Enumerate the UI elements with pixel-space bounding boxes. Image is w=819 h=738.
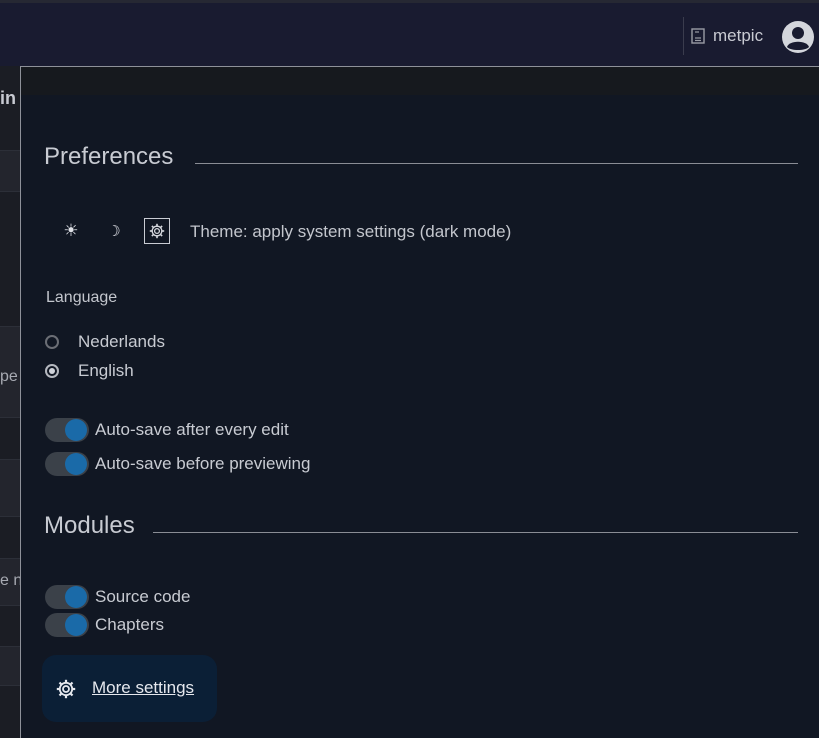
background-row [0,150,20,192]
background-page: in pe e n [0,66,20,738]
autosave-preview-toggle[interactable] [45,452,89,476]
background-row [0,459,20,517]
username[interactable]: metpic [713,26,763,46]
theme-light-button[interactable]: ☀ [58,218,84,244]
modules-title: Modules [44,512,135,539]
more-settings-button[interactable]: More settings [42,655,217,722]
panel-header-strip [21,67,819,95]
background-text-fragment: e n [0,572,20,589]
toggle-knob [65,453,87,475]
toggle-label: Source code [95,587,191,606]
system-gear-icon [149,223,165,239]
radio-button[interactable] [45,335,59,349]
gear-icon [56,679,76,699]
user-avatar-icon[interactable] [781,20,815,54]
theme-dark-button[interactable]: ☽ [101,218,127,244]
toggle-knob [65,419,87,441]
toggle-label: Chapters [95,615,164,634]
radio-button[interactable] [45,364,59,378]
background-text-fragment: pe [0,368,18,385]
toggle-knob [65,614,87,636]
background-row [0,646,20,686]
autosave-edit-toggle[interactable] [45,418,89,442]
language-label: Language [46,289,118,306]
preferences-title: Preferences [44,143,174,170]
toggle-knob [65,586,87,608]
top-bar: metpic [0,0,819,66]
theme-label: Theme: apply system settings (dark mode) [190,222,512,241]
preferences-panel: Preferences ☀ ☽ Theme: apply system sett… [20,66,819,738]
radio-label: English [78,361,134,380]
theme-system-button[interactable] [144,218,170,244]
chapters-toggle[interactable] [45,613,89,637]
moon-icon: ☽ [107,223,121,240]
section-divider [153,532,798,533]
topbar-divider [683,17,684,55]
toggle-label: Auto-save after every edit [95,420,289,439]
document-icon [691,28,705,44]
source-code-toggle[interactable] [45,585,89,609]
sun-icon: ☀ [63,221,79,240]
radio-label: Nederlands [78,332,165,351]
more-settings-link[interactable]: More settings [92,678,194,698]
toggle-label: Auto-save before previewing [95,454,311,473]
section-divider [195,163,798,164]
background-heading-fragment: in [0,88,16,108]
